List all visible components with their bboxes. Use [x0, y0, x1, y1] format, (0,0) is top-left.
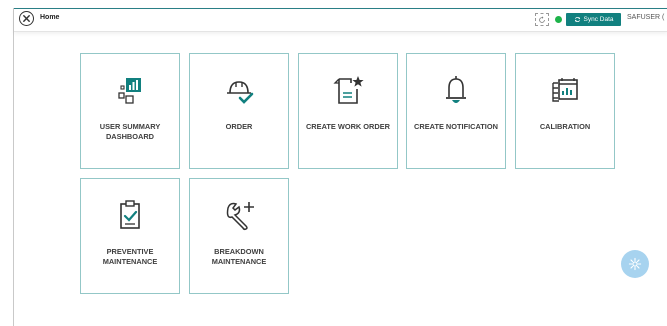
tile-user-summary-dashboard[interactable]: USER SUMMARY DASHBOARD: [80, 53, 180, 169]
tile-label: USER SUMMARY DASHBOARD: [99, 122, 161, 141]
dashboard-icon: [110, 70, 150, 110]
hardhat-check-icon: [219, 70, 259, 110]
sync-icon: [574, 17, 580, 22]
gear-icon: [628, 257, 642, 271]
calibration-icon: [545, 70, 585, 110]
wrench-plus-icon: [219, 195, 259, 235]
bell-icon: [436, 70, 476, 110]
tile-preventive-maintenance[interactable]: PREVENTIVE MAINTENANCE: [80, 178, 180, 294]
tile-order[interactable]: ORDER: [189, 53, 289, 169]
clipboard-check-icon: [110, 195, 150, 235]
sync-data-button[interactable]: Sync Data: [566, 13, 621, 26]
home-button[interactable]: [19, 11, 34, 26]
tile-label: BREAKDOWN MAINTENANCE: [211, 247, 267, 266]
app-window: Home Sync Data SAFUSER (USER SUMMARY DA…: [13, 8, 667, 326]
online-status-dot: [555, 16, 562, 23]
document-star-icon: [328, 70, 368, 110]
tile-label: CALIBRATION: [539, 122, 591, 131]
tile-create-notification[interactable]: CREATE NOTIFICATION: [406, 53, 506, 169]
tile-breakdown-maintenance[interactable]: BREAKDOWN MAINTENANCE: [189, 178, 289, 294]
refresh-button[interactable]: [535, 13, 549, 26]
tile-label: CREATE NOTIFICATION: [414, 122, 498, 131]
sync-data-label: Sync Data: [583, 16, 614, 23]
tile-calibration[interactable]: CALIBRATION: [515, 53, 615, 169]
refresh-icon: [539, 15, 545, 23]
tile-label: PREVENTIVE MAINTENANCE: [102, 247, 158, 266]
tools-icon: [23, 15, 30, 22]
settings-fab-button[interactable]: [621, 250, 649, 278]
user-name: SAFUSER (: [627, 14, 665, 21]
top-bar: Home Sync Data SAFUSER (: [14, 8, 667, 32]
page-title: Home: [40, 14, 60, 21]
tile-create-work-order[interactable]: CREATE WORK ORDER: [298, 53, 398, 169]
tile-label: ORDER: [225, 122, 253, 131]
tile-label: CREATE WORK ORDER: [305, 122, 391, 131]
